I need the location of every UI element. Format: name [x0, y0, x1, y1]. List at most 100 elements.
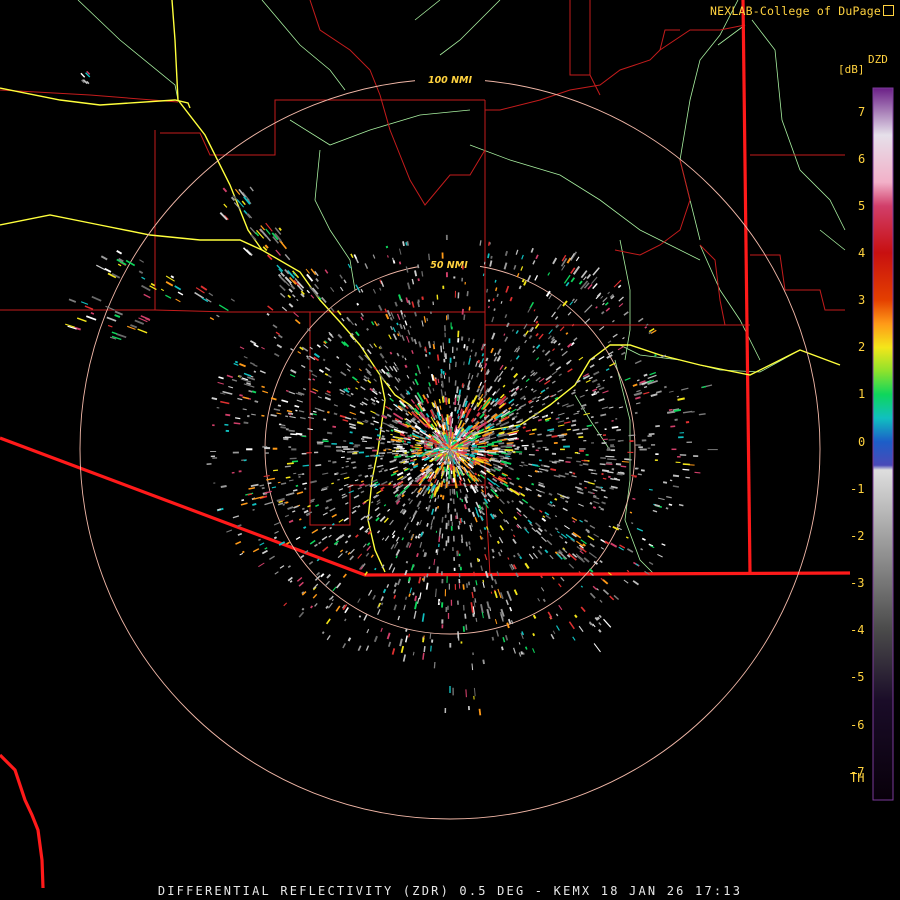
echo-gate — [519, 418, 524, 422]
echo-gate — [241, 499, 245, 502]
echo-gate — [424, 348, 427, 352]
echo-gate — [414, 311, 417, 317]
echo-gate — [426, 318, 429, 322]
echo-gate — [682, 468, 690, 471]
echo-gate — [424, 353, 428, 357]
echo-gate — [436, 566, 439, 574]
echo-gate — [470, 349, 473, 352]
echo-gate — [358, 615, 362, 618]
echo-gate — [261, 414, 265, 417]
echo-gate — [445, 470, 448, 477]
echo-gate — [251, 390, 257, 394]
echo-gate — [374, 567, 377, 571]
echo-gate — [467, 581, 471, 586]
echo-gate — [441, 380, 444, 388]
echo-gate — [478, 708, 482, 716]
echo-gate — [417, 264, 420, 269]
echo-gate — [280, 482, 287, 485]
echo-gate — [615, 463, 622, 466]
echo-gate — [558, 435, 565, 438]
echo-gate — [532, 633, 536, 637]
echo-gate — [609, 375, 613, 379]
echo-gate — [482, 659, 485, 665]
echo-gate — [454, 406, 457, 412]
echo-gate — [425, 582, 429, 590]
echo-gate — [414, 595, 418, 602]
echo-gate — [413, 458, 417, 461]
echo-gate — [500, 445, 513, 448]
echo-gate — [352, 466, 357, 469]
echo-gate — [397, 333, 400, 337]
echo-gate — [550, 411, 554, 414]
echo-gate — [557, 434, 565, 437]
echo-gate — [546, 434, 552, 437]
echo-gate — [414, 270, 418, 277]
echo-gate — [491, 548, 495, 553]
echo-gate — [461, 308, 464, 315]
echo-gate — [473, 586, 476, 592]
echo-gate — [436, 505, 440, 509]
echo-gate — [545, 414, 549, 417]
echo-gate — [465, 345, 469, 351]
echo-gate — [277, 404, 281, 407]
echo-gate — [463, 344, 466, 349]
colorbar-tick-label: -5 — [850, 670, 865, 685]
echo-gate — [408, 633, 411, 638]
echo-gate — [698, 413, 706, 416]
echo-gate — [211, 397, 218, 401]
echo-gate — [488, 241, 491, 246]
echo-gate — [492, 298, 495, 302]
echo-gate — [337, 478, 340, 481]
echo-gate — [470, 446, 478, 449]
echo-gate — [486, 288, 489, 293]
echo-gate — [404, 364, 408, 369]
echo-gate — [389, 351, 393, 355]
echo-gate — [516, 412, 519, 415]
echo-gate — [461, 382, 464, 388]
echo-gate — [466, 291, 469, 297]
echo-gate — [600, 486, 604, 489]
echo-gate — [252, 502, 257, 506]
echo-gate — [432, 516, 435, 520]
echo-gate — [445, 397, 448, 405]
echo-gate — [380, 602, 384, 606]
echo-gate — [412, 592, 415, 596]
echo-gate — [356, 302, 360, 306]
echo-gate — [465, 624, 468, 631]
echo-gate — [676, 395, 680, 398]
echo-gate — [403, 437, 409, 441]
echo-gate — [390, 433, 393, 436]
echo-gate — [406, 241, 410, 246]
echo-gate — [528, 463, 533, 466]
echo-gate — [487, 253, 490, 259]
echo-gate — [581, 459, 588, 462]
echo-gate — [412, 437, 416, 440]
echo-gate — [665, 507, 669, 510]
echo-gate — [331, 482, 334, 485]
echo-gate — [551, 435, 558, 438]
echo-gate — [285, 476, 291, 479]
echo-gate — [398, 261, 402, 265]
echo-gate — [434, 378, 438, 386]
echo-gate — [408, 593, 411, 597]
echo-gate — [385, 245, 389, 249]
echo-gate — [379, 426, 383, 430]
echo-gate — [581, 427, 589, 431]
echo-gate — [380, 489, 384, 492]
echo-gate — [625, 536, 629, 539]
echo-gate — [267, 482, 272, 485]
echo-gate — [301, 607, 305, 611]
echo-gate — [238, 374, 242, 378]
echo-gate — [428, 351, 431, 355]
echo-gate — [378, 455, 385, 457]
echo-gate — [402, 241, 405, 247]
echo-gate — [217, 508, 222, 511]
echo-gate — [443, 466, 446, 470]
echo-gate — [295, 484, 299, 488]
echo-gate — [323, 418, 327, 421]
echo-gate — [440, 345, 443, 353]
range-ring-100-label: 100 NMI — [428, 75, 473, 86]
echo-gate — [456, 386, 459, 394]
credit-label[interactable]: NEXLAB-College of DuPage — [710, 4, 894, 18]
colorbar-tick-label: 3 — [858, 293, 866, 308]
